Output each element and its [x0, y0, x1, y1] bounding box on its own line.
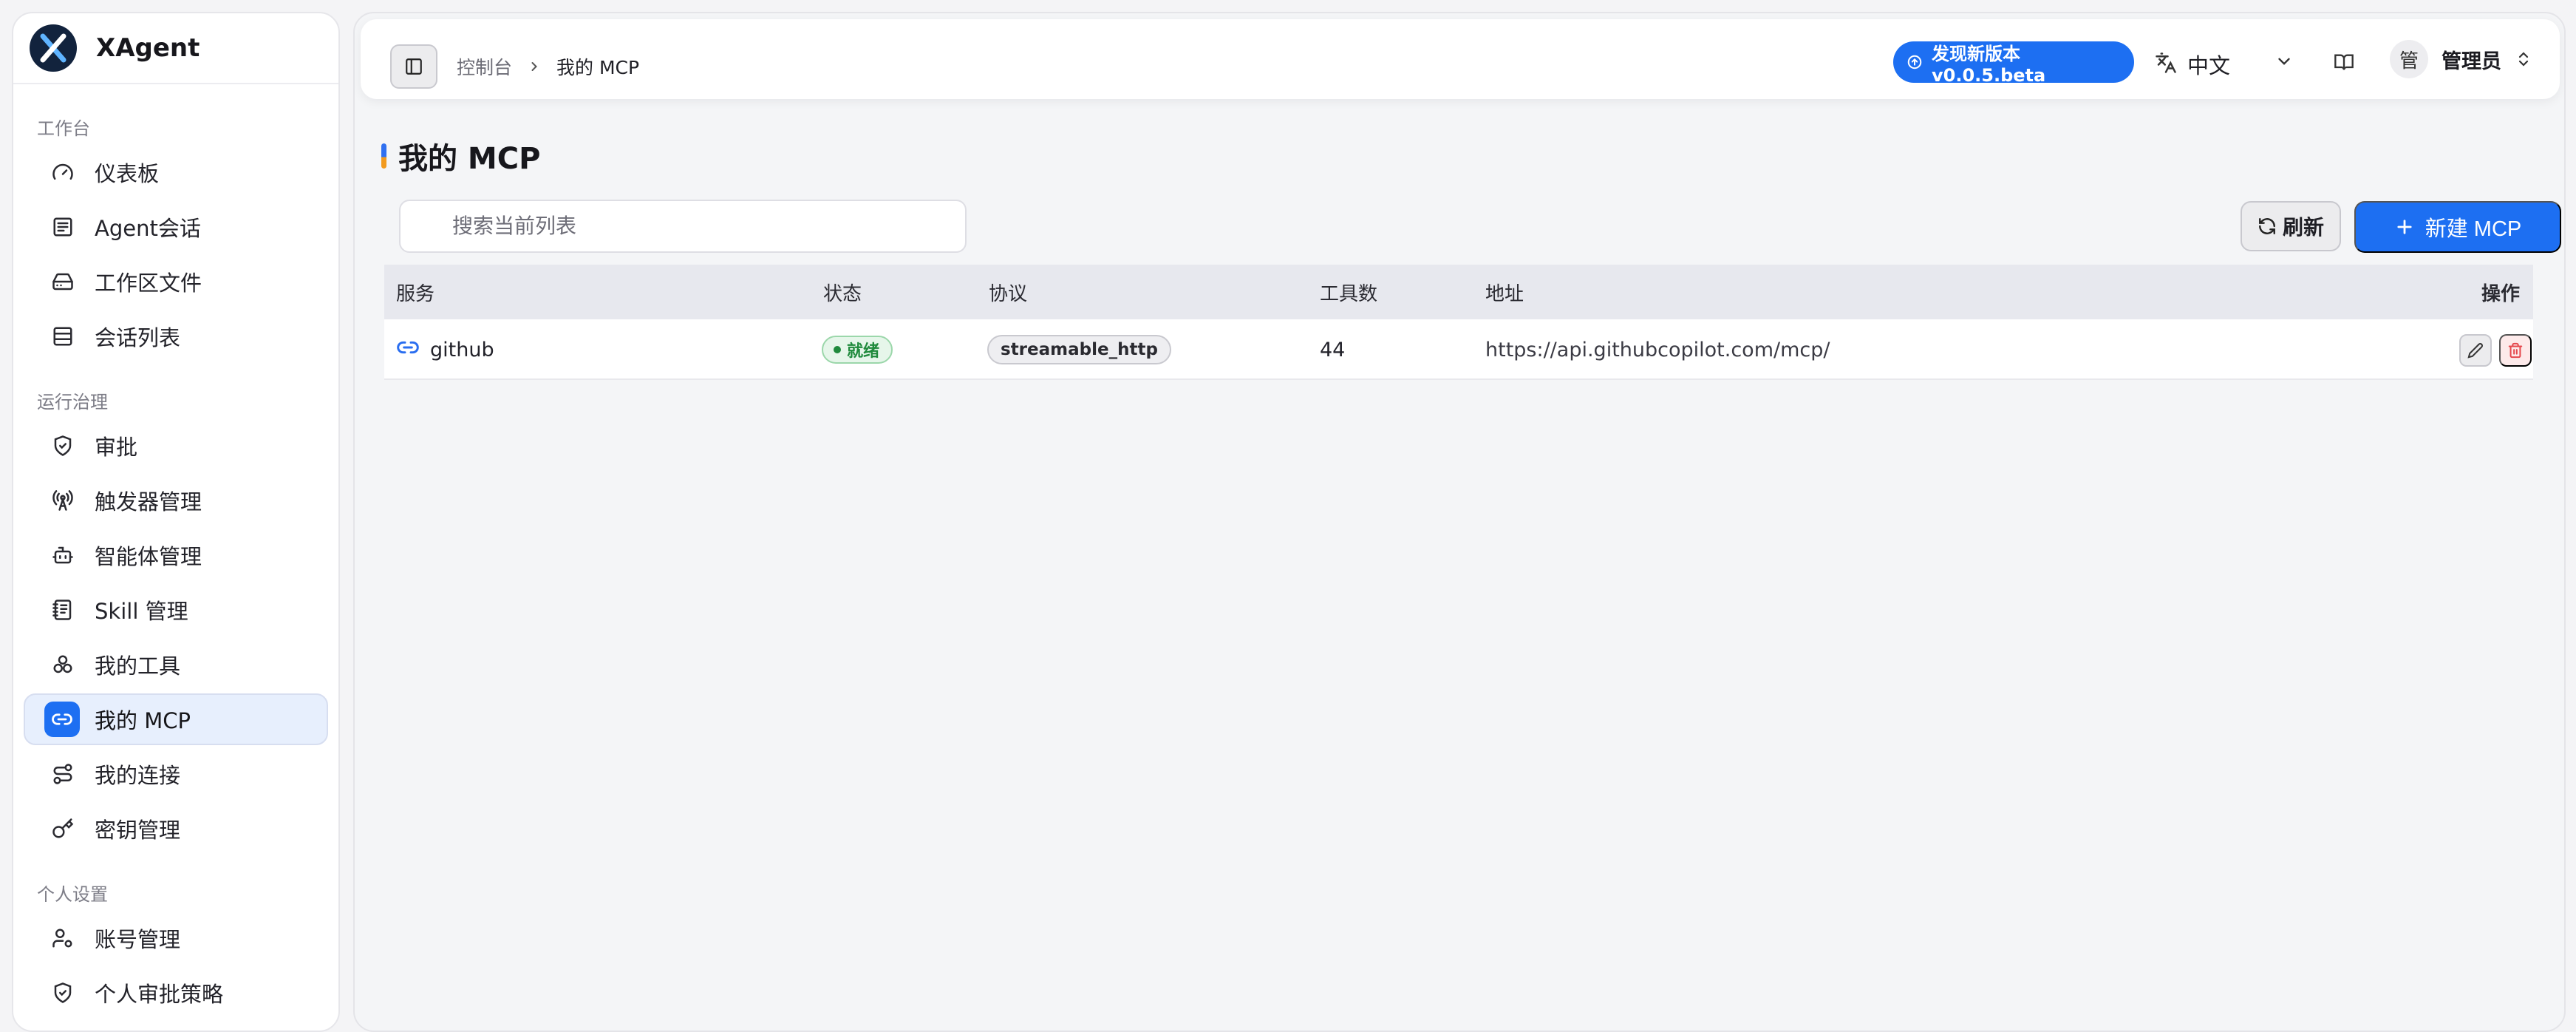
edit-button[interactable] [2459, 334, 2492, 367]
panel-left-icon [406, 58, 422, 75]
radio-tower-icon [50, 488, 75, 513]
pencil-icon [2467, 343, 2483, 359]
cell-address: https://api.githubcopilot.com/mcp/ [1485, 338, 1830, 361]
col-protocol: 协议 [989, 282, 1028, 305]
xagent-logo-icon[interactable] [30, 24, 77, 72]
breadcrumb: 控制台 我的 MCP [457, 53, 639, 80]
user-name: 管理员 [2442, 50, 2501, 73]
col-tools: 工具数 [1320, 282, 1378, 305]
delete-button[interactable] [2499, 334, 2532, 367]
breadcrumb-current: 我的 MCP [556, 57, 640, 78]
gauge-icon [50, 160, 75, 185]
new-version-badge[interactable]: 发现新版本 v0.0.5.beta [1893, 41, 2134, 86]
table-list-icon [50, 324, 75, 349]
cell-tools: 44 [1320, 338, 1346, 361]
sidebar-toggle-button[interactable] [390, 44, 437, 89]
avatar: 管 [2390, 40, 2428, 78]
sidebar-item-approval[interactable]: 审批 [24, 420, 328, 472]
main-panel: 控制台 我的 MCP 发现新版本 v0.0.5.beta 中文 管 管理员 我的… [353, 12, 2566, 1032]
sidebar-item-agent-chat[interactable]: Agent会话 [24, 201, 328, 253]
refresh-icon [2258, 217, 2277, 236]
protocol-badge: streamable_http [987, 335, 1171, 364]
inbox-drive-icon [50, 269, 75, 294]
cell-protocol: streamable_http [987, 319, 1171, 380]
link-icon [44, 702, 80, 737]
col-address: 地址 [1485, 282, 1524, 305]
table-header: 服务 状态 协议 工具数 地址 操作 [384, 265, 2533, 319]
mcp-table: 服务 状态 协议 工具数 地址 操作 github 就绪 streamable_… [384, 265, 2533, 380]
language-selector[interactable]: 中文 [2155, 49, 2230, 80]
status-dot [834, 346, 841, 353]
breadcrumb-root[interactable]: 控制台 [457, 53, 512, 80]
chevron-down-icon[interactable] [2275, 52, 2294, 71]
col-status: 状态 [823, 282, 862, 305]
sidebar-item-keys[interactable]: 密钥管理 [24, 803, 328, 855]
chevron-right-icon [527, 59, 542, 74]
section-label-workbench: 工作台 [37, 118, 90, 139]
page-title: 我的 MCP [398, 142, 541, 176]
sidebar-header: XAgent [13, 13, 338, 84]
sidebar-item-my-mcp[interactable]: 我的 MCP [24, 693, 328, 745]
sidebar-item-my-connections[interactable]: 我的连接 [24, 748, 328, 800]
sidebar-item-skills[interactable]: Skill 管理 [24, 584, 328, 636]
cell-status: 就绪 [822, 319, 893, 380]
shield-check-icon [50, 433, 75, 458]
link-icon [396, 336, 420, 364]
sidebar-item-workspace-files[interactable]: 工作区文件 [24, 256, 328, 308]
book-open-icon[interactable] [2334, 52, 2354, 72]
trash-icon [2508, 342, 2523, 359]
section-label-personal: 个人设置 [37, 884, 108, 905]
sidebar-item-dashboard[interactable]: 仪表板 [24, 146, 328, 198]
plus-icon [2394, 217, 2415, 237]
section-label-governance: 运行治理 [37, 392, 108, 413]
boxes-icon [50, 652, 75, 677]
notebook-icon [50, 597, 75, 622]
sidebar: XAgent 工作台 仪表板 Agent会话 工作区文件 会话列表 运行治理 审… [12, 12, 340, 1032]
sidebar-item-session-list[interactable]: 会话列表 [24, 310, 328, 362]
chat-list-icon [50, 214, 75, 240]
title-accent-bar [381, 143, 386, 169]
new-mcp-button[interactable]: 新建 MCP [2354, 201, 2561, 253]
refresh-button[interactable]: 刷新 [2241, 201, 2341, 251]
chevrons-up-down-icon [2515, 50, 2532, 68]
key-icon [50, 816, 75, 841]
user-menu[interactable]: 管 管理员 [2390, 40, 2532, 78]
translate-icon [2155, 52, 2177, 77]
cell-service: github [396, 319, 494, 380]
page-title-wrap: 我的 MCP [381, 135, 540, 177]
app-name: XAgent [96, 33, 200, 63]
user-cog-icon [50, 926, 75, 951]
sidebar-item-account[interactable]: 账号管理 [24, 912, 328, 964]
top-bar: 控制台 我的 MCP 发现新版本 v0.0.5.beta 中文 管 管理员 [361, 19, 2560, 99]
route-icon [50, 761, 75, 787]
sidebar-item-my-tools[interactable]: 我的工具 [24, 639, 328, 690]
table-row[interactable]: github 就绪 streamable_http 44 https://api… [384, 319, 2533, 380]
search-input[interactable] [399, 200, 967, 253]
col-service: 服务 [396, 282, 435, 305]
shield-check-icon [50, 980, 75, 1005]
arrow-up-circle-icon [1907, 54, 1923, 70]
col-actions: 操作 [2481, 282, 2521, 305]
sidebar-item-triggers[interactable]: 触发器管理 [24, 475, 328, 526]
status-badge: 就绪 [822, 336, 893, 364]
sidebar-item-agents[interactable]: 智能体管理 [24, 529, 328, 581]
robot-icon [50, 543, 75, 568]
